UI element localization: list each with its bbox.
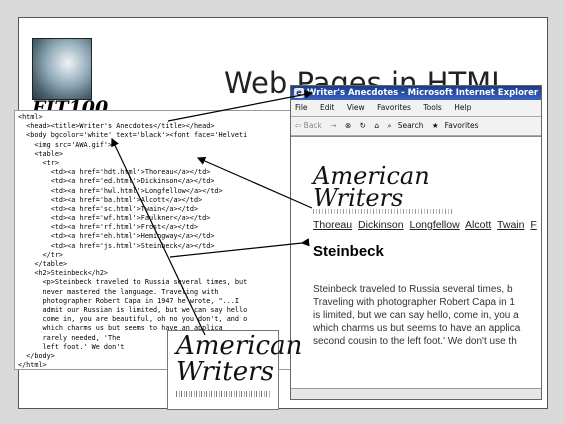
menu-view[interactable]: View bbox=[347, 103, 365, 112]
home-icon[interactable]: ⌂ bbox=[374, 121, 379, 130]
stop-icon[interactable]: ⊗ bbox=[345, 121, 351, 130]
code-line: </tr> bbox=[18, 250, 64, 259]
paragraph-line: second cousin to the left foot.' We don'… bbox=[313, 336, 517, 347]
link-alcott[interactable]: Alcott bbox=[465, 219, 491, 231]
code-line: <td><a href='hdt.html'>Thoreau</a></td> bbox=[18, 168, 211, 177]
code-line: <td><a href='ba.html'>Alcott</a></td> bbox=[18, 195, 203, 204]
code-line: <td><a href='rf.html'>Frost</a></td> bbox=[18, 223, 199, 232]
code-line: <html> bbox=[18, 113, 43, 121]
code-line: photographer Robert Capa in 1947 he wrot… bbox=[18, 296, 239, 305]
search-icon: ⌕ bbox=[387, 121, 392, 130]
ie-icon: e bbox=[294, 88, 304, 98]
code-line: <td><a href='sc.html'>Twain</a></td> bbox=[18, 204, 199, 213]
browser-title-bar: e Writer's Anecdotes - Microsoft Interne… bbox=[291, 86, 541, 100]
callout-line-american: American bbox=[176, 331, 303, 361]
page-paragraph: Steinbeck traveled to Russia several tim… bbox=[313, 283, 541, 348]
code-line: <table> bbox=[18, 149, 64, 158]
link-thoreau[interactable]: Thoreau bbox=[313, 219, 352, 231]
code-line: admit our Russian is limited, but we can… bbox=[18, 305, 248, 314]
browser-page-content: American Writers Thoreau Dickinson Longf… bbox=[291, 136, 541, 389]
link-twain[interactable]: Twain bbox=[497, 219, 524, 231]
code-line: <td><a href='hwl.html'>Longfellow</a></t… bbox=[18, 186, 223, 195]
code-line: <p>Steinbeck traveled to Russia several … bbox=[18, 278, 248, 287]
code-line: never mastered the language. Traveling w… bbox=[18, 287, 219, 296]
forward-button[interactable]: → bbox=[330, 121, 336, 130]
link-longfellow[interactable]: Longfellow bbox=[409, 219, 459, 231]
code-line: come in, you are beautiful, oh no you do… bbox=[18, 315, 248, 324]
callout-speckle bbox=[176, 391, 271, 397]
code-line: <img src='AWA.gif'> bbox=[18, 140, 113, 149]
code-line: <td><a href='js.html'>Steinbeck</a></td> bbox=[18, 241, 215, 250]
search-button[interactable]: Search bbox=[398, 121, 424, 130]
browser-toolbar: ⇦ Back → ⊗ ↻ ⌂ ⌕ Search ★ Favorites bbox=[291, 117, 541, 136]
favorites-icon: ★ bbox=[431, 121, 439, 130]
gif-image-callout: American Writers bbox=[167, 330, 302, 410]
paragraph-line: Traveling with photographer Robert Capa … bbox=[313, 297, 515, 308]
paragraph-line: which charms us but seems to have an app… bbox=[313, 323, 521, 334]
browser-window-title: Writer's Anecdotes - Microsoft Internet … bbox=[307, 88, 539, 98]
code-line: <head><title>Writer's Anecdotes</title><… bbox=[18, 122, 215, 131]
paragraph-line: is limited, but we can say hello, come i… bbox=[313, 310, 519, 321]
code-line: </table> bbox=[18, 260, 68, 268]
wave-logo-image bbox=[32, 38, 92, 100]
browser-window: e Writer's Anecdotes - Microsoft Interne… bbox=[290, 85, 542, 400]
browser-status-bar bbox=[291, 388, 541, 399]
browser-menu-bar: File Edit View Favorites Tools Help bbox=[291, 100, 541, 117]
code-line: <td><a href='ed.html'>Dickinson</a></td> bbox=[18, 177, 215, 186]
author-links: Thoreau Dickinson Longfellow Alcott Twai… bbox=[313, 219, 540, 231]
code-line: <tr> bbox=[18, 158, 59, 167]
code-line: <td><a href='eh.html'>Hemingway</a></td> bbox=[18, 232, 215, 241]
refresh-icon[interactable]: ↻ bbox=[360, 121, 366, 130]
code-line: <h2>Steinbeck</h2> bbox=[18, 269, 109, 278]
favorites-button[interactable]: Favorites bbox=[445, 121, 479, 130]
menu-tools[interactable]: Tools bbox=[423, 103, 441, 112]
back-button[interactable]: ⇦ Back bbox=[295, 121, 322, 130]
code-line: <td><a href='wf.html'>Faulkner</a></td> bbox=[18, 214, 211, 223]
code-line: <body bgcolor='white' text='black'><font… bbox=[18, 131, 248, 140]
menu-file[interactable]: File bbox=[295, 103, 308, 112]
callout-line-writers: Writers bbox=[176, 357, 274, 387]
menu-help[interactable]: Help bbox=[454, 103, 471, 112]
link-partial[interactable]: F bbox=[530, 219, 536, 231]
menu-favorites[interactable]: Favorites bbox=[377, 103, 411, 112]
link-dickinson[interactable]: Dickinson bbox=[358, 219, 404, 231]
banner-speckle bbox=[313, 209, 453, 214]
menu-edit[interactable]: Edit bbox=[320, 103, 335, 112]
banner-line-writers: Writers bbox=[313, 184, 404, 212]
paragraph-line: Steinbeck traveled to Russia several tim… bbox=[313, 284, 513, 295]
page-heading: Steinbeck bbox=[313, 243, 384, 260]
